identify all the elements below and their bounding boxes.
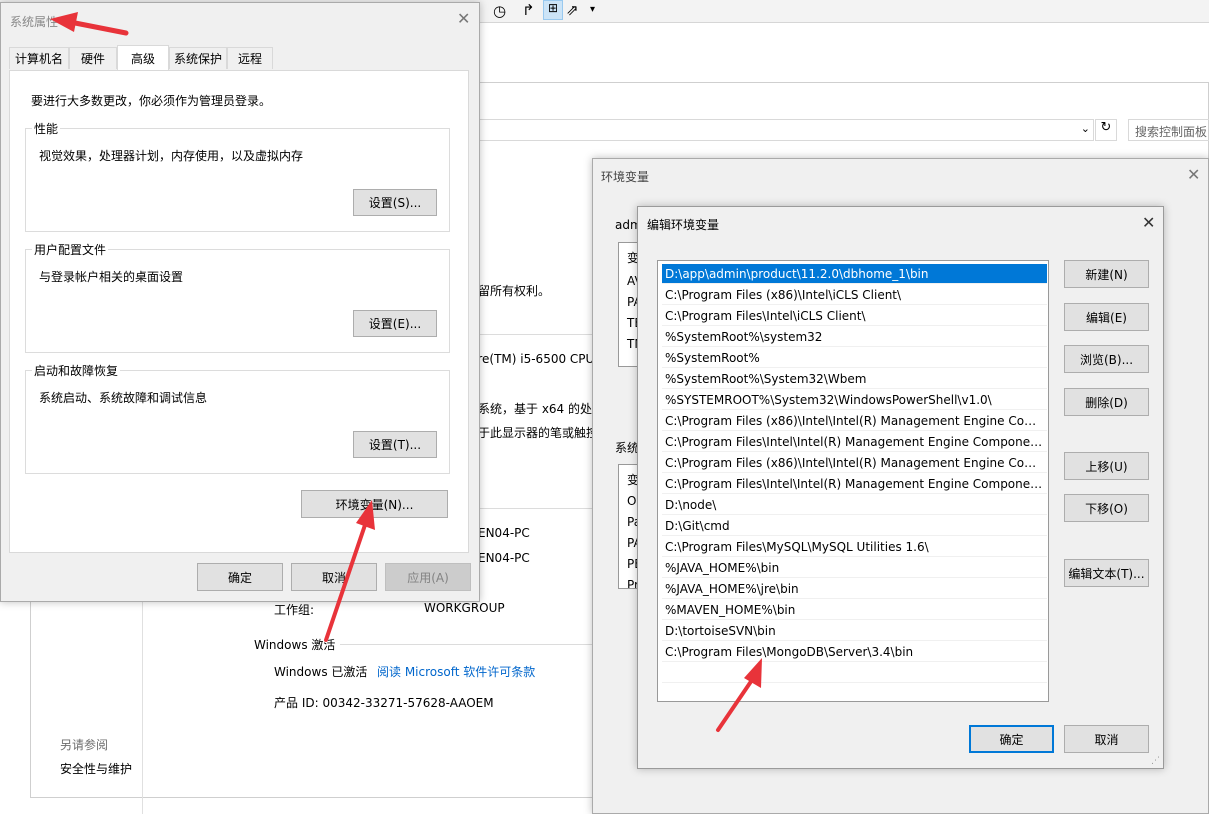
ok-button[interactable]: 确定 bbox=[197, 563, 283, 591]
cancel-button[interactable]: 取消 bbox=[1064, 725, 1149, 753]
toolbar-more-icon[interactable]: ▾ bbox=[590, 4, 595, 15]
path-list-item[interactable]: C:\Program Files (x86)\Intel\iCLS Client… bbox=[662, 285, 1047, 305]
performance-legend: 性能 bbox=[32, 120, 61, 137]
move-up-button[interactable]: 上移(U) bbox=[1064, 452, 1149, 480]
user-profiles-group: 用户配置文件 与登录帐户相关的桌面设置 设置(E)... bbox=[25, 241, 450, 353]
startup-recovery-legend: 启动和故障恢复 bbox=[32, 362, 121, 379]
system-variables-label: 系统 bbox=[615, 441, 640, 455]
section-divider bbox=[476, 508, 596, 509]
tab-computer-name[interactable]: 计算机名 bbox=[9, 47, 69, 69]
user-profiles-legend: 用户配置文件 bbox=[32, 241, 109, 258]
export-icon[interactable]: ⇗ bbox=[566, 1, 579, 19]
performance-group: 性能 视觉效果，处理器计划，内存使用，以及虚拟内存 设置(S)... bbox=[25, 120, 450, 232]
new-button[interactable]: 新建(N) bbox=[1064, 260, 1149, 288]
security-maintenance-link[interactable]: 安全性与维护 bbox=[60, 760, 132, 777]
full-computer-name-value: EN04-PC bbox=[478, 551, 530, 565]
activation-status: Windows 已激活 bbox=[274, 665, 368, 679]
path-list-item[interactable]: D:\tortoiseSVN\bin bbox=[662, 621, 1047, 641]
performance-settings-button[interactable]: 设置(S)... bbox=[353, 189, 437, 216]
workgroup-value: WORKGROUP bbox=[424, 601, 505, 615]
apply-button[interactable]: 应用(A) bbox=[385, 563, 471, 591]
search-input[interactable]: 搜索控制面板 bbox=[1128, 119, 1209, 141]
workgroup-label: 工作组: bbox=[274, 603, 315, 617]
cpu-text: ore(TM) i5-6500 CPU bbox=[470, 352, 595, 366]
path-list-item[interactable]: C:\Program Files\Intel\Intel(R) Manageme… bbox=[662, 432, 1047, 452]
startup-recovery-desc: 系统启动、系统故障和调试信息 bbox=[39, 391, 208, 405]
present-icon[interactable]: ⊞ bbox=[543, 0, 563, 20]
path-list-item[interactable]: %JAVA_HOME%\bin bbox=[662, 558, 1047, 578]
dialog-title: 编辑环境变量 bbox=[647, 218, 720, 232]
chevron-down-icon[interactable]: ⌄ bbox=[1081, 122, 1090, 135]
tab-system-protection[interactable]: 系统保护 bbox=[169, 47, 227, 69]
admin-note: 要进行大多数更改，你必须作为管理员登录。 bbox=[31, 94, 272, 108]
section-divider bbox=[340, 644, 594, 645]
see-also-heading: 另请参阅 bbox=[60, 738, 109, 752]
path-list-item[interactable]: %SystemRoot%\System32\Wbem bbox=[662, 369, 1047, 389]
system-properties-dialog: 系统属性 ✕ 计算机名 硬件 高级 系统保护 远程 要进行大多数更改，你必须作为… bbox=[0, 2, 480, 602]
tab-remote[interactable]: 远程 bbox=[227, 47, 273, 69]
browse-button[interactable]: 浏览(B)... bbox=[1064, 345, 1149, 373]
path-list-item[interactable]: %SYSTEMROOT%\System32\WindowsPowerShell\… bbox=[662, 390, 1047, 410]
address-bar[interactable]: ⌄ bbox=[476, 119, 1094, 141]
edit-text-button[interactable]: 编辑文本(T)... bbox=[1064, 559, 1149, 587]
computer-name-value: EN04-PC bbox=[478, 526, 530, 540]
path-list-item[interactable]: C:\Program Files\Intel\Intel(R) Manageme… bbox=[662, 474, 1047, 494]
path-list-item[interactable]: %SystemRoot% bbox=[662, 348, 1047, 368]
resize-grip-icon[interactable]: ⋰ bbox=[1151, 756, 1160, 766]
edit-environment-variable-dialog: 编辑环境变量 ✕ D:\app\admin\product\11.2.0\dbh… bbox=[637, 206, 1164, 769]
close-icon[interactable]: ✕ bbox=[1187, 165, 1200, 184]
move-down-button[interactable]: 下移(O) bbox=[1064, 494, 1149, 522]
user-profiles-desc: 与登录帐户相关的桌面设置 bbox=[39, 270, 184, 284]
tab-strip: 计算机名 硬件 高级 系统保护 远程 bbox=[9, 45, 471, 71]
path-list-item[interactable]: C:\Program Files (x86)\Intel\Intel(R) Ma… bbox=[662, 411, 1047, 431]
path-list-item[interactable]: D:\Git\cmd bbox=[662, 516, 1047, 536]
path-list-item[interactable]: D:\node\ bbox=[662, 495, 1047, 515]
system-type-text: 系统，基于 x64 的处 bbox=[478, 402, 593, 416]
path-list-item[interactable]: C:\Program Files\Intel\iCLS Client\ bbox=[662, 306, 1047, 326]
environment-variables-button[interactable]: 环境变量(N)... bbox=[301, 490, 448, 518]
dialog-title: 环境变量 bbox=[601, 170, 650, 184]
path-list-item[interactable]: D:\app\admin\product\11.2.0\dbhome_1\bin bbox=[662, 264, 1047, 284]
path-list-item[interactable]: %SystemRoot%\system32 bbox=[662, 327, 1047, 347]
path-list-item-empty[interactable] bbox=[662, 663, 1047, 683]
path-list[interactable]: D:\app\admin\product\11.2.0\dbhome_1\bin… bbox=[657, 260, 1049, 702]
user-profiles-settings-button[interactable]: 设置(E)... bbox=[353, 310, 437, 337]
section-divider bbox=[476, 334, 596, 335]
startup-recovery-settings-button[interactable]: 设置(T)... bbox=[353, 431, 437, 458]
path-list-item[interactable]: C:\Program Files\MySQL\MySQL Utilities 1… bbox=[662, 537, 1047, 557]
delete-button[interactable]: 删除(D) bbox=[1064, 388, 1149, 416]
tab-hardware[interactable]: 硬件 bbox=[69, 47, 117, 69]
product-id: 产品 ID: 00342-33271-57628-AAOEM bbox=[274, 696, 494, 710]
dialog-title: 系统属性 bbox=[10, 15, 59, 29]
pen-touch-text: 于此显示器的笔或触控 bbox=[478, 426, 599, 440]
rights-text: 留所有权利。 bbox=[478, 284, 551, 298]
share-icon[interactable]: ↱ bbox=[522, 1, 535, 19]
path-list-item[interactable]: C:\Program Files (x86)\Intel\Intel(R) Ma… bbox=[662, 453, 1047, 473]
startup-recovery-group: 启动和故障恢复 系统启动、系统故障和调试信息 设置(T)... bbox=[25, 362, 450, 474]
clock-icon[interactable]: ◷ bbox=[493, 2, 506, 20]
activation-heading: Windows 激活 bbox=[254, 638, 336, 652]
path-list-item[interactable]: C:\Program Files\MongoDB\Server\3.4\bin bbox=[662, 642, 1047, 662]
performance-desc: 视觉效果，处理器计划，内存使用，以及虚拟内存 bbox=[39, 149, 304, 163]
ok-button[interactable]: 确定 bbox=[969, 725, 1054, 753]
tab-advanced[interactable]: 高级 bbox=[117, 45, 169, 71]
path-list-item[interactable]: %JAVA_HOME%\jre\bin bbox=[662, 579, 1047, 599]
license-link[interactable]: 阅读 Microsoft 软件许可条款 bbox=[377, 663, 535, 680]
advanced-panel: 要进行大多数更改，你必须作为管理员登录。 性能 视觉效果，处理器计划，内存使用，… bbox=[9, 70, 469, 553]
edit-button[interactable]: 编辑(E) bbox=[1064, 303, 1149, 331]
close-icon[interactable]: ✕ bbox=[1142, 213, 1155, 232]
refresh-button[interactable]: ↻ bbox=[1095, 119, 1117, 141]
close-icon[interactable]: ✕ bbox=[457, 9, 470, 28]
path-list-item[interactable]: %MAVEN_HOME%\bin bbox=[662, 600, 1047, 620]
cancel-button[interactable]: 取消 bbox=[291, 563, 377, 591]
